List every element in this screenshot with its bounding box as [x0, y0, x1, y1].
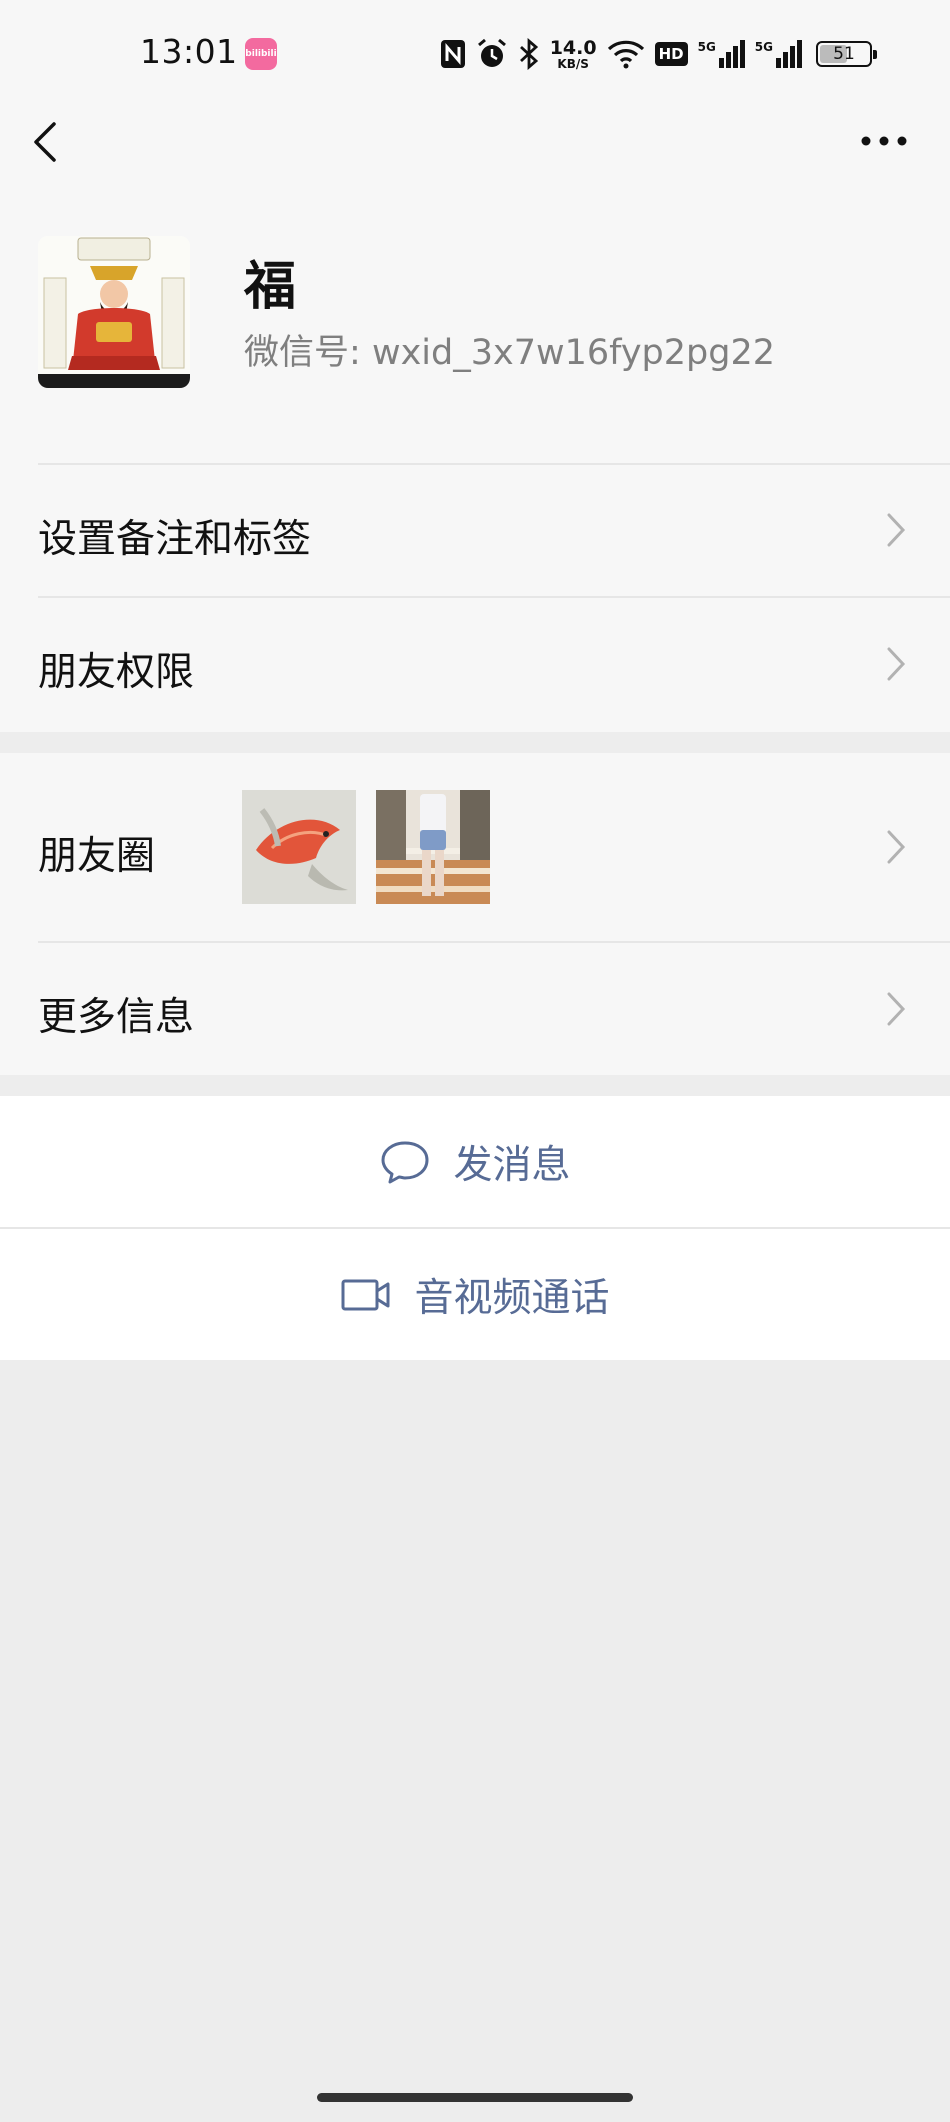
moments-thumbnail[interactable] [376, 790, 490, 904]
network-speed-unit: KB/S [557, 56, 589, 71]
remark-and-tags-label: 设置备注和标签 [38, 517, 312, 562]
chevron-right-icon [887, 513, 906, 547]
network-speed: 14.0 KB/S [549, 36, 597, 71]
signal-strength-sim2: 5G [755, 40, 802, 68]
bluetooth-icon [518, 38, 540, 70]
bilibili-app-icon: bilibili [245, 38, 277, 70]
more-options-button[interactable] [858, 125, 910, 157]
video-camera-icon [341, 1279, 390, 1310]
send-message-label: 发消息 [453, 1142, 571, 1188]
back-button[interactable] [30, 116, 66, 168]
video-call-label: 音视频通话 [414, 1275, 610, 1321]
chevron-right-icon [887, 830, 906, 864]
status-icons: 14.0 KB/S HD 5G 5G 51 [440, 34, 877, 74]
home-indicator[interactable] [317, 2093, 633, 2102]
profile-name: 福 [244, 257, 297, 317]
moments-label: 朋友圈 [38, 834, 156, 879]
more-dots-icon [861, 136, 907, 146]
more-info-row[interactable]: 更多信息 [0, 943, 950, 1075]
wechat-id-value: wxid_3x7w16fyp2pg22 [371, 333, 776, 373]
chat-bubble-icon [381, 1141, 429, 1183]
chevron-right-icon [887, 992, 906, 1026]
network-speed-value: 14.0 [549, 36, 597, 59]
wechat-id-label: 微信号: [244, 333, 361, 373]
friend-permissions-label: 朋友权限 [38, 650, 195, 695]
battery-icon: 51 [816, 41, 877, 67]
more-info-label: 更多信息 [38, 995, 195, 1040]
moments-thumbnail[interactable] [242, 790, 356, 904]
sim1-network-type: 5G [697, 40, 716, 54]
status-bar: 13:01 bilibili 14.0 KB/S HD 5G 5G 51 [0, 0, 950, 100]
wechat-id-row[interactable]: 微信号: wxid_3x7w16fyp2pg22 [244, 324, 775, 375]
nfc-icon [440, 39, 466, 69]
sim2-network-type: 5G [754, 40, 773, 54]
friend-permissions-row[interactable]: 朋友权限 [0, 598, 950, 730]
remark-and-tags-row[interactable]: 设置备注和标签 [0, 465, 950, 595]
wifi-icon [607, 39, 645, 69]
avatar[interactable] [38, 236, 190, 388]
video-call-button[interactable]: 音视频通话 [0, 1229, 950, 1360]
signal-strength-sim1: 5G [698, 40, 745, 68]
send-message-button[interactable]: 发消息 [0, 1096, 950, 1227]
alarm-icon [476, 38, 508, 70]
status-time: 13:01 [140, 32, 238, 71]
chevron-left-icon [34, 122, 56, 162]
hd-voice-badge: HD [654, 42, 688, 66]
chevron-right-icon [887, 647, 906, 681]
battery-level: 51 [833, 44, 855, 64]
